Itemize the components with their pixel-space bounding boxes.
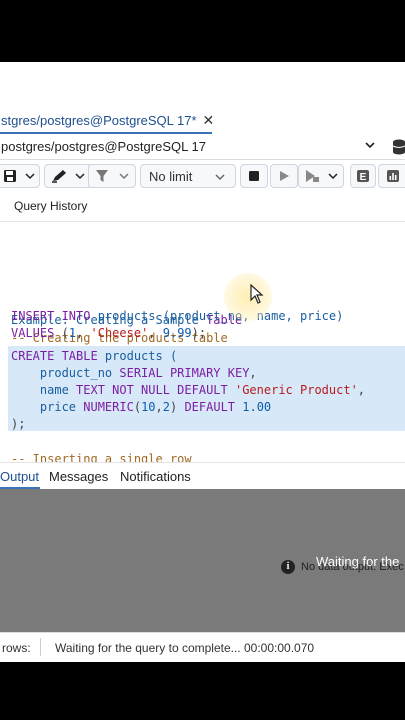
query-tab-bar: stgres/postgres@PostgreSQL 17* ✕ <box>0 108 405 134</box>
data-output-panel: i No data output. Exec Waiting for the <box>0 489 405 632</box>
code-punctuation: ); <box>11 417 26 431</box>
code-number: 1 <box>68 326 77 340</box>
save-file-button[interactable] <box>0 164 40 188</box>
code-number: 1.00 <box>242 400 272 414</box>
code-line: INSERT INTO products (product_no, name, … <box>11 308 343 325</box>
chevron-down-icon <box>25 173 35 180</box>
code-number: 10 <box>141 400 156 414</box>
execute-script-icon <box>306 170 319 182</box>
code-text: price <box>11 400 84 414</box>
execute-button[interactable] <box>270 164 298 188</box>
code-keyword: TEXT NOT NULL DEFAULT <box>76 383 228 397</box>
explain-button[interactable]: E <box>350 164 376 188</box>
tab-notifications[interactable]: Notifications <box>120 469 191 484</box>
code-number: 2 <box>162 400 170 414</box>
chevron-down-icon[interactable] <box>364 139 376 151</box>
chart-icon <box>387 170 399 182</box>
code-line: VALUES (1, 'Cheese', 9.99); <box>11 325 206 342</box>
query-tab[interactable]: stgres/postgres@PostgreSQL 17* ✕ <box>0 108 215 134</box>
code-string: 'Cheese' <box>90 326 149 340</box>
chevron-down-icon <box>119 173 129 180</box>
code-punctuation: ); <box>191 326 207 340</box>
filter-icon <box>96 170 108 182</box>
cursor-highlight <box>224 273 272 321</box>
stop-icon <box>249 171 259 181</box>
tab-messages[interactable]: Messages <box>49 469 108 484</box>
status-divider <box>40 638 41 656</box>
query-tab-title: stgres/postgres@PostgreSQL 17* <box>1 112 197 128</box>
code-punctuation: ( <box>133 400 142 414</box>
edit-button[interactable] <box>44 164 92 188</box>
tab-output[interactable]: Output <box>0 469 39 484</box>
code-line: CREATE TABLE products ( <box>11 348 177 365</box>
pencil-icon <box>52 170 66 183</box>
mouse-pointer-icon <box>250 284 264 304</box>
code-keyword: INSERT INTO <box>11 309 91 323</box>
code-keyword: NUMERIC <box>83 400 134 414</box>
query-toolbar: No limit E <box>0 160 405 192</box>
row-limit-select[interactable]: No limit <box>140 164 236 188</box>
play-icon <box>280 171 289 181</box>
chevron-down-icon <box>215 174 225 181</box>
stop-button[interactable] <box>240 164 268 188</box>
code-punctuation: , <box>76 326 91 340</box>
code-keyword: SERIAL PRIMARY KEY <box>119 366 250 380</box>
sql-editor[interactable]: Example: Creating a Sample Table -- Crea… <box>0 222 405 466</box>
database-icon[interactable] <box>392 139 405 155</box>
explain-analyze-button[interactable] <box>378 164 405 188</box>
code-punctuation: , <box>148 326 163 340</box>
info-icon: i <box>281 560 295 574</box>
chevron-down-icon <box>328 173 338 180</box>
code-keyword: CREATE TABLE <box>11 349 98 363</box>
execute-script-button[interactable] <box>298 164 344 188</box>
code-text: name <box>11 383 77 397</box>
code-punctuation: , <box>155 400 163 414</box>
chevron-down-icon <box>75 173 85 180</box>
waiting-overlay-text: Waiting for the <box>316 554 400 569</box>
row-limit-value: No limit <box>149 168 193 184</box>
editor-subtabs: Query History <box>0 192 405 222</box>
code-line: price NUMERIC(10,2) DEFAULT 1.00 <box>11 399 271 416</box>
explain-icon: E <box>357 170 369 183</box>
code-keyword: VALUES <box>11 326 55 340</box>
status-rows-label: rows: <box>2 641 31 655</box>
code-keyword: DEFAULT <box>177 400 243 414</box>
connection-selector[interactable]: postgres/postgres@PostgreSQL 17 <box>0 134 405 160</box>
code-text: products ( <box>97 349 178 363</box>
code-punctuation: , <box>357 383 366 397</box>
code-line: name TEXT NOT NULL DEFAULT 'Generic Prod… <box>11 382 365 399</box>
save-icon <box>4 170 16 182</box>
code-text: product_no <box>11 366 120 380</box>
code-punctuation: , <box>249 366 257 380</box>
output-tabs: Output Messages Notifications <box>0 462 405 489</box>
code-text: products (product_no, name, price) <box>90 309 344 323</box>
query-tool-window: stgres/postgres@PostgreSQL 17* ✕ postgre… <box>0 62 405 662</box>
close-icon[interactable]: ✕ <box>203 112 215 129</box>
svg-text:E: E <box>360 172 367 183</box>
code-string: 'Generic Product' <box>227 383 358 397</box>
status-message: Waiting for the query to complete... 00:… <box>55 641 315 655</box>
status-bar: rows: Waiting for the query to complete.… <box>0 632 405 662</box>
filter-button[interactable] <box>88 164 136 188</box>
code-punctuation: ( <box>54 326 69 340</box>
connection-label: postgres/postgres@PostgreSQL 17 <box>1 139 206 154</box>
code-number: 9.99 <box>162 326 192 340</box>
code-line: product_no SERIAL PRIMARY KEY, <box>11 365 257 382</box>
tab-query-history[interactable]: Query History <box>14 199 87 213</box>
